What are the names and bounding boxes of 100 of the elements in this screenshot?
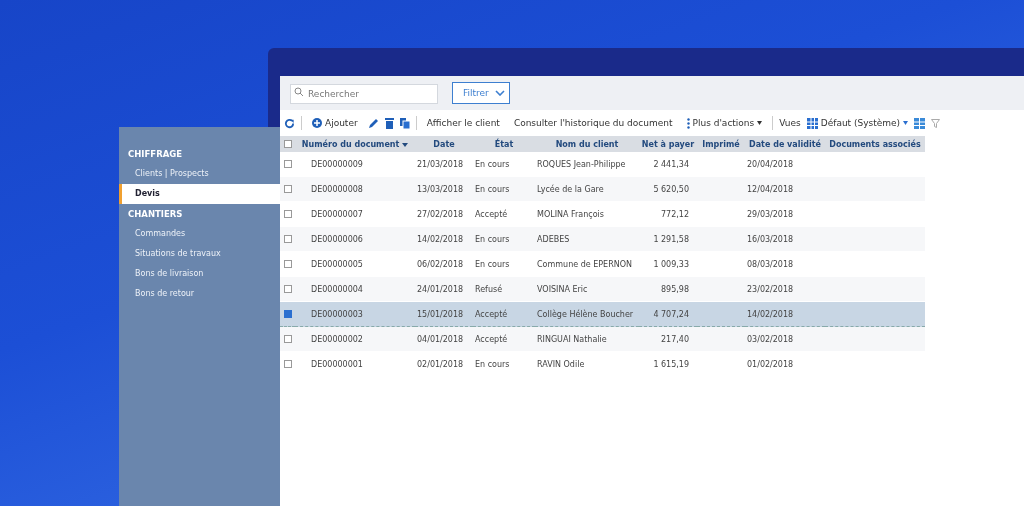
caret-icon [757,121,763,125]
table-cell: 12/04/2018 [747,184,794,194]
table-cell: 27/02/2018 [417,209,464,219]
table-cell: 21/03/2018 [417,159,464,169]
row-checkbox[interactable] [283,285,292,293]
table-cell: 29/03/2018 [747,209,794,219]
table-cell: DE00000004 [311,284,363,294]
plus-circle-icon [312,118,322,128]
filter-dropdown[interactable]: Filtrer [452,82,510,104]
columns-icon[interactable] [914,117,926,129]
table-row[interactable]: DE00000005 06/02/2018 En cours Commune de EPERNON 1 009,33 08/03/2018 [280,251,925,277]
table-cell: 16/03/2018 [747,234,794,244]
column-header[interactable]: Nom du client [535,136,639,152]
sidebar-item[interactable]: Devis [119,184,280,204]
table-cell: DE00000005 [311,259,363,269]
table-cell: 13/03/2018 [417,184,464,194]
column-header[interactable]: Imprimé [697,136,745,152]
more-actions-button[interactable]: Plus d'actions [682,117,767,129]
row-checkbox[interactable] [283,360,292,368]
column-header[interactable]: Documents associés [825,136,925,152]
row-checkbox[interactable] [283,260,292,268]
chevron-icon [495,90,505,96]
caret-icon [903,121,909,125]
table-cell: Accepté [475,334,508,344]
table-cell: Lycée de la Gare [537,184,604,194]
table-row[interactable]: DE00000003 15/01/2018 Accepté Collège Hélène Boucher 4 707,24 14/02/2018 [280,301,925,327]
sidebar-item[interactable]: Bons de livraison [119,264,280,284]
table-cell: Refusé [475,284,503,294]
toolbar-link[interactable]: Afficher le client [422,118,504,128]
table-cell: 08/03/2018 [747,259,794,269]
column-header[interactable]: Net à payer [639,136,697,152]
table-cell: En cours [475,159,510,169]
table-cell: ADEBES [537,234,570,244]
table-cell: 20/04/2018 [747,159,794,169]
table-row[interactable]: DE00000001 02/01/2018 En cours RAVIN Odile 1 615,19 01/02/2018 [280,351,925,377]
table-cell: 1 615,19 [653,359,689,369]
table-row[interactable]: DE00000008 13/03/2018 En cours Lycée de la Gare 5 620,50 12/04/2018 [280,176,925,202]
table-cell: DE00000003 [311,309,363,319]
add-button[interactable]: Ajouter [308,118,362,128]
row-checkbox[interactable] [283,185,292,193]
table-cell: DE00000008 [311,184,363,194]
sidebar-item[interactable]: Situations de travaux [119,244,280,264]
column-header[interactable]: État [473,136,535,152]
table-cell: Accepté [475,309,508,319]
table-cell: DE00000002 [311,334,363,344]
row-checkbox[interactable] [283,235,292,243]
table-cell: 04/01/2018 [417,334,464,344]
table-cell: 06/02/2018 [417,259,464,269]
search-icon [294,87,304,97]
search-field[interactable]: Rechercher [290,84,438,104]
table-cell: 1 009,33 [653,259,689,269]
table-row[interactable]: DE00000006 14/02/2018 En cours ADEBES 1 291,58 16/03/2018 [280,226,925,252]
row-checkbox[interactable] [283,160,292,168]
table-cell: 5 620,50 [653,184,689,194]
table-row[interactable]: DE00000002 04/01/2018 Accepté RINGUAI Nathalie 217,40 03/02/2018 [280,326,925,352]
column-header[interactable]: Date [415,136,473,152]
view-selector[interactable]: Défaut (Système) [806,117,909,129]
table-cell: DE00000009 [311,159,363,169]
table-row[interactable]: DE00000004 24/01/2018 Refusé VOISINA Eric 895,98 23/02/2018 [280,276,925,302]
table-cell: En cours [475,259,510,269]
select-all-checkbox[interactable] [283,140,292,148]
table-cell: Accepté [475,209,508,219]
toolbar-link[interactable]: Consulter l'historique du document [509,118,677,128]
table-cell: 23/02/2018 [747,284,794,294]
sidebar-item[interactable]: Clients | Prospects [119,164,280,184]
refresh-icon[interactable] [284,117,295,129]
sidebar-item[interactable]: Bons de retour [119,284,280,304]
table-cell: 24/01/2018 [417,284,464,294]
table-cell: 01/02/2018 [747,359,794,369]
table-cell: Commune de EPERNON [537,259,632,269]
copy-icon[interactable] [399,117,410,129]
table-cell: DE00000001 [311,359,363,369]
column-header[interactable]: Numéro du document [295,136,415,152]
row-checkbox[interactable] [283,310,292,318]
filter-icon[interactable] [931,118,941,128]
table-cell: VOISINA Eric [537,284,588,294]
table-cell: En cours [475,184,510,194]
row-checkbox[interactable] [283,335,292,343]
pencil-icon[interactable] [367,117,379,129]
table-row[interactable]: DE00000009 21/03/2018 En cours ROQUES Jean-Philippe 2 441,34 20/04/2018 [280,152,925,177]
row-checkbox[interactable] [283,210,292,218]
section-heading: CHIFFRAGE [127,148,184,161]
table-cell: 217,40 [661,334,689,344]
sort-caret-icon [402,142,409,147]
table-cell: 03/02/2018 [747,334,794,344]
table-cell: MOLINA François [537,209,604,219]
table-cell: 895,98 [661,284,689,294]
table-cell: ROQUES Jean-Philippe [537,159,626,169]
grid-icon [806,117,818,129]
table-cell: 2 441,34 [653,159,689,169]
table-cell: DE00000007 [311,209,363,219]
kebab-icon [686,117,690,129]
sidebar-item[interactable]: Commandes [119,224,280,244]
views-label: Vues [779,118,801,128]
trash-icon[interactable] [384,117,394,129]
table-cell: Collège Hélène Boucher [537,309,634,319]
table-cell: RINGUAI Nathalie [537,334,607,344]
table-row[interactable]: DE00000007 27/02/2018 Accepté MOLINA François 772,12 29/03/2018 [280,201,925,227]
table-cell: 02/01/2018 [417,359,464,369]
column-header[interactable]: Date de validité [745,136,825,152]
